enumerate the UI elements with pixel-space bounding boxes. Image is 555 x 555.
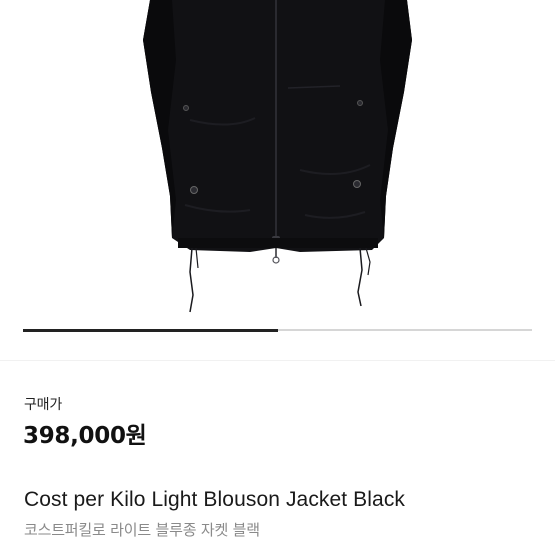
- carousel-progress-indicator: [23, 328, 278, 332]
- product-image: [143, 0, 412, 313]
- product-title: Cost per Kilo Light Blouson Jacket Black: [24, 488, 406, 511]
- price-label: 구매가: [24, 397, 63, 413]
- price-value: 398,000원: [23, 423, 147, 449]
- carousel-progress-track[interactable]: [23, 328, 532, 332]
- product-page: 구매가 398,000원 Cost per Kilo Light Blouson…: [0, 0, 555, 555]
- section-divider: [0, 360, 555, 361]
- product-image-carousel[interactable]: [0, 0, 555, 360]
- product-subtitle: 코스트퍼킬로 라이트 블루종 자켓 블랙: [24, 521, 260, 539]
